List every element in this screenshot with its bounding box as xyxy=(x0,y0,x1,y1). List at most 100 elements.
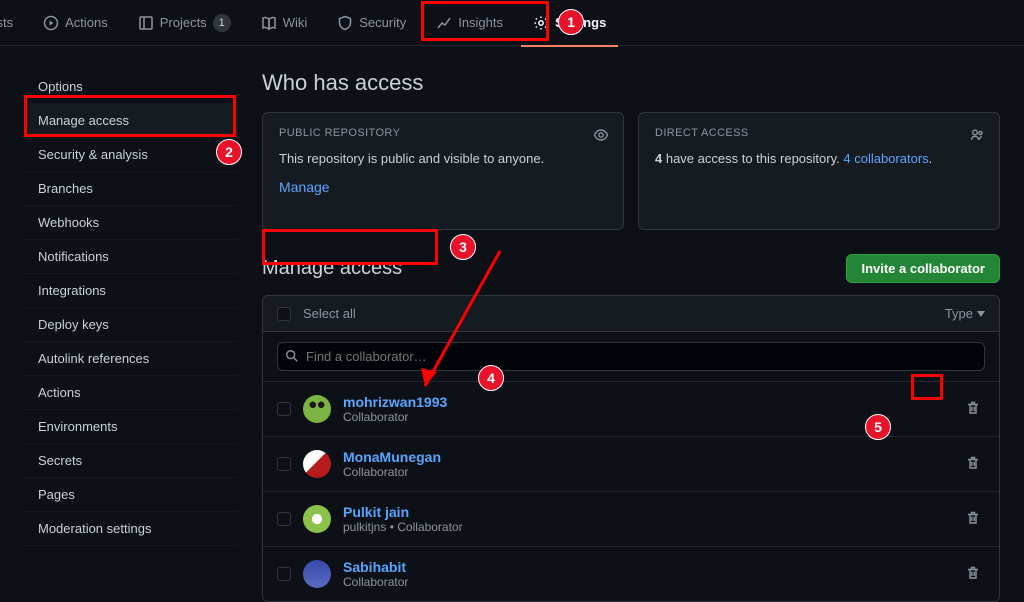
collaborator-role: Collaborator xyxy=(343,410,447,424)
tab-label: Settings xyxy=(555,15,606,30)
avatar xyxy=(303,560,331,588)
eye-icon xyxy=(593,127,609,146)
tab-pull-requests[interactable]: uests xyxy=(0,7,25,46)
collaborator-name[interactable]: Pulkit jain xyxy=(343,504,463,520)
collaborator-row: MonaMunegan Collaborator xyxy=(263,437,999,492)
sidebar-item-label: Autolink references xyxy=(38,351,149,366)
sidebar-item-label: Deploy keys xyxy=(38,317,109,332)
type-filter[interactable]: Type xyxy=(945,306,985,321)
collab-text: Sabihabit Collaborator xyxy=(343,559,408,589)
search-icon xyxy=(285,349,299,366)
tab-security[interactable]: Security xyxy=(325,7,418,47)
project-icon xyxy=(138,15,154,31)
main-content: Who has access PUBLIC REPOSITORY This re… xyxy=(262,70,1000,602)
tab-projects[interactable]: Projects 1 xyxy=(126,6,243,48)
section-title: Manage access xyxy=(262,257,402,280)
manage-header-row: Manage access Invite a collaborator xyxy=(262,254,1000,283)
book-icon xyxy=(261,15,277,31)
list-header: Select all Type xyxy=(263,296,999,332)
graph-icon xyxy=(436,15,452,31)
card-text: 4 have access to this repository. 4 coll… xyxy=(655,149,983,169)
tab-label: Wiki xyxy=(283,15,308,30)
sidebar-item-branches[interactable]: Branches xyxy=(24,172,238,206)
manage-link[interactable]: Manage xyxy=(279,179,330,195)
tab-actions[interactable]: Actions xyxy=(31,7,120,47)
sidebar-item-pages[interactable]: Pages xyxy=(24,478,238,512)
remove-collaborator-button[interactable] xyxy=(961,396,985,423)
select-all-label: Select all xyxy=(303,306,356,321)
public-repo-card: PUBLIC REPOSITORY This repository is pub… xyxy=(262,112,624,230)
sidebar-item-label: Notifications xyxy=(38,249,109,264)
sidebar-item-actions[interactable]: Actions xyxy=(24,376,238,410)
collaborators-panel: Select all Type xyxy=(262,295,1000,602)
settings-sidebar: Options Manage access Security & analysi… xyxy=(24,70,238,602)
tab-label: Insights xyxy=(458,15,503,30)
sidebar-item-label: Options xyxy=(38,79,83,94)
select-all-checkbox[interactable] xyxy=(277,307,291,321)
sidebar-item-security-analysis[interactable]: Security & analysis xyxy=(24,138,238,172)
row-checkbox[interactable] xyxy=(277,457,291,471)
sidebar-item-moderation[interactable]: Moderation settings xyxy=(24,512,238,546)
sidebar-item-autolink[interactable]: Autolink references xyxy=(24,342,238,376)
find-collaborator-input[interactable] xyxy=(277,342,985,371)
sidebar-item-webhooks[interactable]: Webhooks xyxy=(24,206,238,240)
tab-insights[interactable]: Insights xyxy=(424,7,515,47)
sidebar-item-label: Manage access xyxy=(38,113,129,128)
collaborator-role: pulkitjns • Collaborator xyxy=(343,520,463,534)
tab-label: Projects xyxy=(160,15,207,30)
collaborator-row: Pulkit jain pulkitjns • Collaborator xyxy=(263,492,999,547)
search-row xyxy=(263,332,999,382)
page-title: Who has access xyxy=(262,70,1000,96)
caret-down-icon xyxy=(977,311,985,317)
collaborator-row: Sabihabit Collaborator xyxy=(263,547,999,601)
sidebar-item-label: Branches xyxy=(38,181,93,196)
collab-text: MonaMunegan Collaborator xyxy=(343,449,441,479)
sidebar-item-secrets[interactable]: Secrets xyxy=(24,444,238,478)
invite-collaborator-button[interactable]: Invite a collaborator xyxy=(846,254,1000,283)
sidebar-item-label: Security & analysis xyxy=(38,147,148,162)
collaborators-link[interactable]: 4 collaborators xyxy=(843,151,928,166)
sidebar-item-integrations[interactable]: Integrations xyxy=(24,274,238,308)
play-circle-icon xyxy=(43,15,59,31)
sidebar-item-label: Pages xyxy=(38,487,75,502)
collab-text: mohrizwan1993 Collaborator xyxy=(343,394,447,424)
tab-settings[interactable]: Settings xyxy=(521,7,618,47)
sidebar-item-manage-access[interactable]: Manage access xyxy=(24,104,238,138)
remove-collaborator-button[interactable] xyxy=(961,561,985,588)
collaborator-role: Collaborator xyxy=(343,465,441,479)
collab-text: Pulkit jain pulkitjns • Collaborator xyxy=(343,504,463,534)
avatar xyxy=(303,395,331,423)
projects-count: 1 xyxy=(213,14,231,32)
collaborator-name[interactable]: mohrizwan1993 xyxy=(343,394,447,410)
sidebar-item-deploy-keys[interactable]: Deploy keys xyxy=(24,308,238,342)
remove-collaborator-button[interactable] xyxy=(961,451,985,478)
sidebar-item-label: Webhooks xyxy=(38,215,99,230)
sidebar-item-label: Integrations xyxy=(38,283,106,298)
people-icon xyxy=(969,127,985,146)
tab-wiki[interactable]: Wiki xyxy=(249,7,320,47)
remove-collaborator-button[interactable] xyxy=(961,506,985,533)
collaborator-role: Collaborator xyxy=(343,575,408,589)
sidebar-item-notifications[interactable]: Notifications xyxy=(24,240,238,274)
collaborator-name[interactable]: Sabihabit xyxy=(343,559,408,575)
sidebar-item-label: Environments xyxy=(38,419,117,434)
layout: Options Manage access Security & analysi… xyxy=(0,46,1024,602)
card-text: This repository is public and visible to… xyxy=(279,149,607,169)
row-checkbox[interactable] xyxy=(277,567,291,581)
access-cards: PUBLIC REPOSITORY This repository is pub… xyxy=(262,112,1000,230)
avatar xyxy=(303,505,331,533)
tab-label: Actions xyxy=(65,15,108,30)
top-nav: uests Actions Projects 1 Wiki Security I… xyxy=(0,0,1024,46)
card-title: PUBLIC REPOSITORY xyxy=(279,127,607,139)
direct-access-card: DIRECT ACCESS 4 have access to this repo… xyxy=(638,112,1000,230)
sidebar-item-label: Actions xyxy=(38,385,81,400)
sidebar-item-options[interactable]: Options xyxy=(24,70,238,104)
tab-label: uests xyxy=(0,15,13,30)
sidebar-item-label: Moderation settings xyxy=(38,521,151,536)
sidebar-item-environments[interactable]: Environments xyxy=(24,410,238,444)
collaborator-row: mohrizwan1993 Collaborator xyxy=(263,382,999,437)
gear-icon xyxy=(533,15,549,31)
row-checkbox[interactable] xyxy=(277,402,291,416)
collaborator-name[interactable]: MonaMunegan xyxy=(343,449,441,465)
row-checkbox[interactable] xyxy=(277,512,291,526)
